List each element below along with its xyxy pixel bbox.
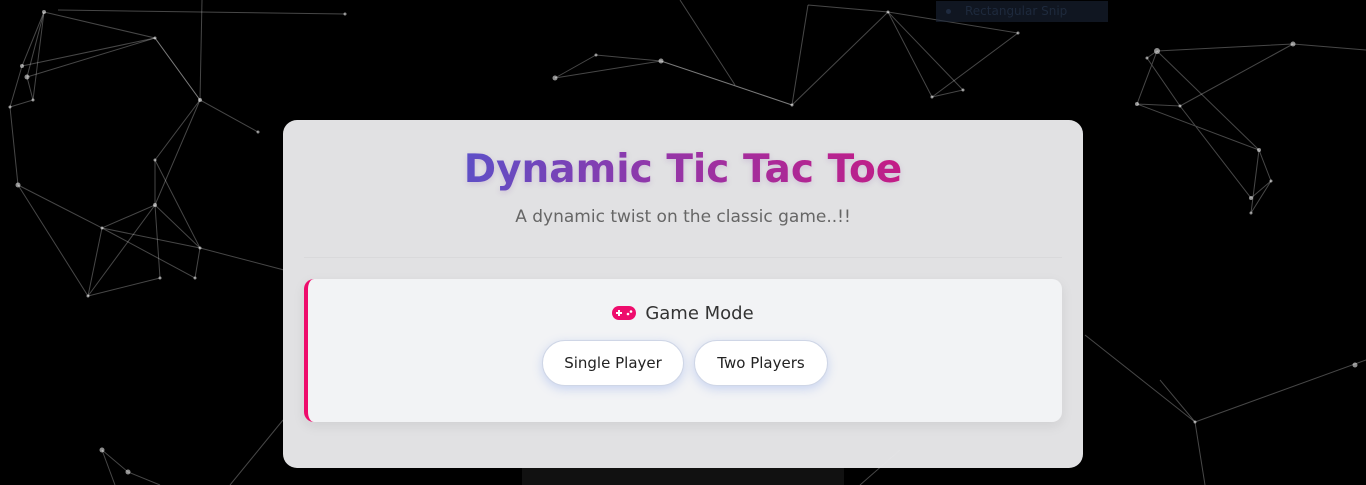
single-player-button[interactable]: Single Player xyxy=(542,340,684,386)
snip-label: Rectangular Snip xyxy=(965,4,1068,18)
game-mode-label: Game Mode xyxy=(645,302,754,324)
page-title-text: Dynamic Tic Tac Toe xyxy=(463,147,903,192)
two-players-button[interactable]: Two Players xyxy=(694,340,828,386)
game-mode-heading: Game Mode xyxy=(0,300,1366,326)
snip-dot-icon xyxy=(946,9,951,14)
page-title: Dynamic Tic Tac Toe xyxy=(0,144,1366,196)
rectangular-snip-overlay: Rectangular Snip xyxy=(936,1,1108,22)
divider xyxy=(304,257,1062,258)
bottom-strip xyxy=(522,468,844,485)
page-subtitle: A dynamic twist on the classic game..!! xyxy=(515,207,851,227)
gamepad-icon xyxy=(612,306,637,320)
